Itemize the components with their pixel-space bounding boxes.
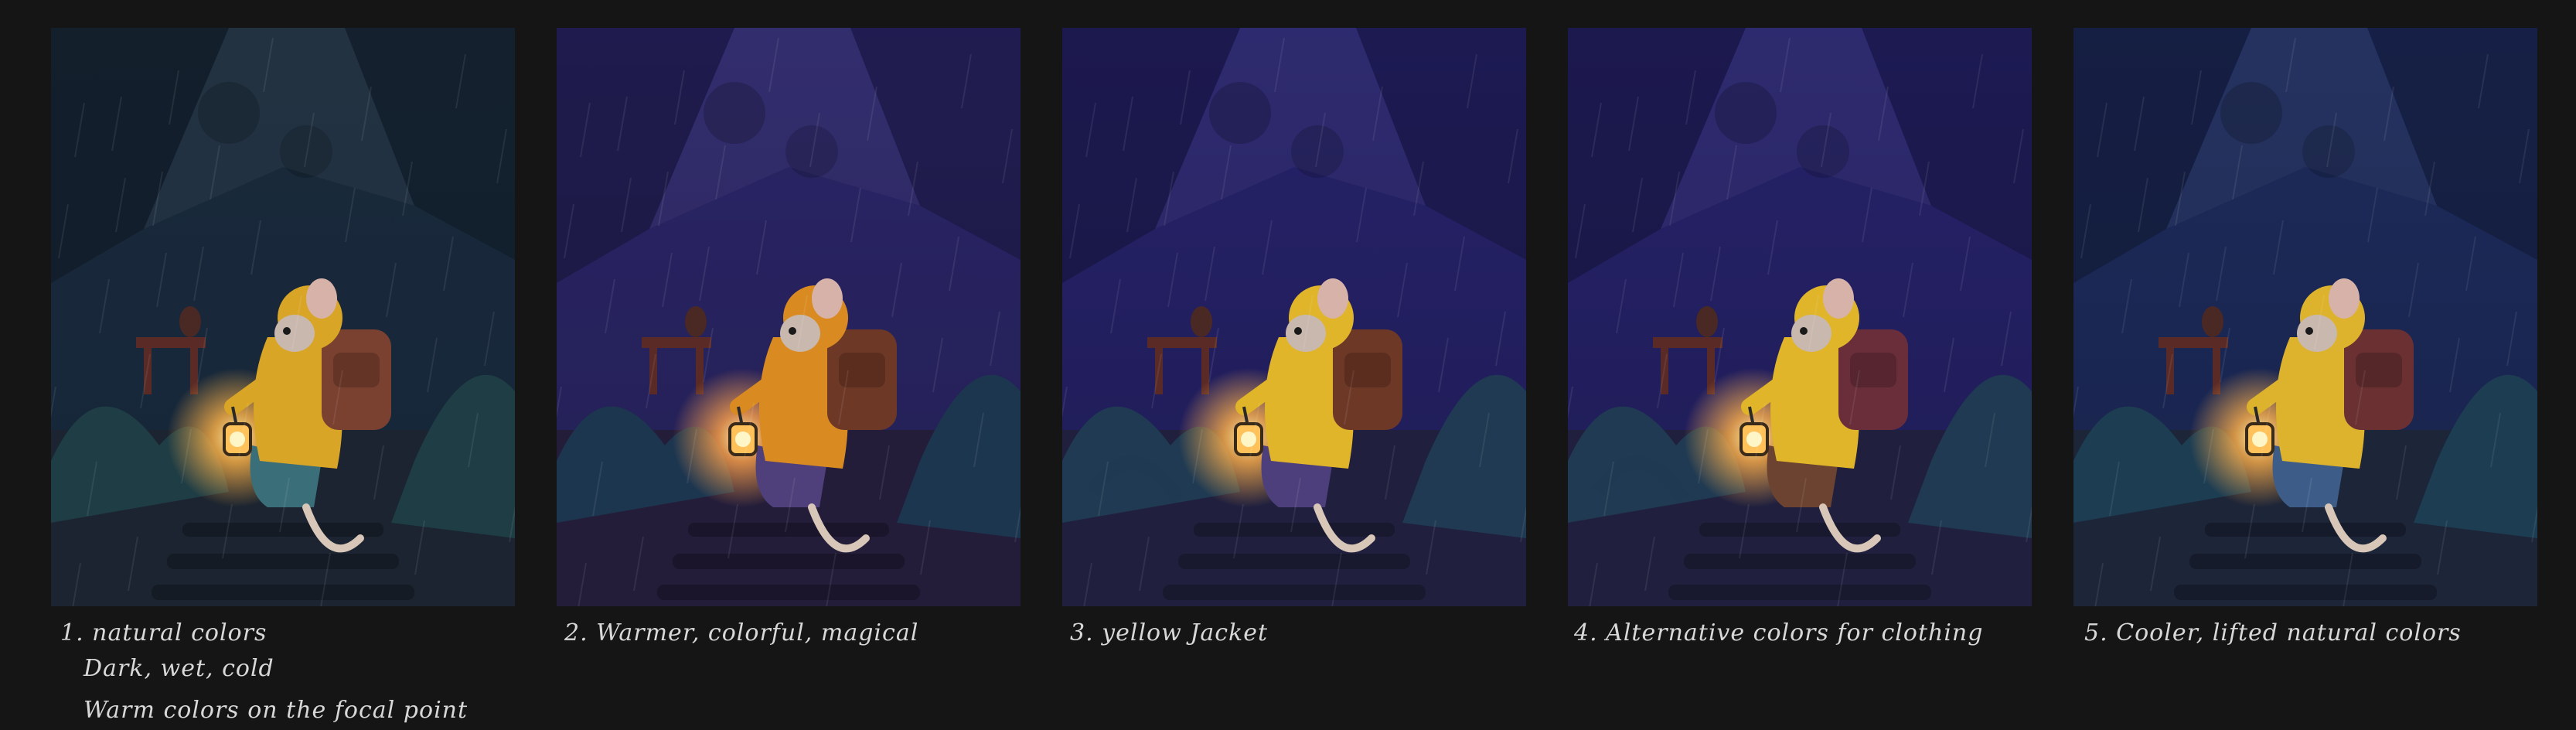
- caption-4-line-1: 4. Alternative colors for clothing: [1574, 619, 1984, 646]
- caption-4: 4. Alternative colors for clothing: [1574, 616, 1983, 651]
- mouse-illustration-4: [1568, 28, 2032, 606]
- artwork-panel-4: [1568, 28, 2032, 606]
- artwork-panel-5: [2073, 28, 2537, 606]
- caption-5-line-1: 5. Cooler, lifted natural colors: [2084, 619, 2462, 646]
- caption-1: 1. natural colors Dark, wet, cold Warm col…: [60, 616, 468, 728]
- mouse-illustration-1: [51, 28, 515, 606]
- artwork-panel-2: [557, 28, 1021, 606]
- artwork-panel-1: [51, 28, 515, 606]
- caption-2-line-1: 2. Warmer, colorful, magical: [564, 619, 919, 646]
- caption-1-line-2: Dark, wet, cold: [83, 655, 274, 682]
- caption-1-line-1: 1. natural colors: [60, 619, 267, 646]
- caption-3-line-1: 3. yellow Jacket: [1070, 619, 1269, 646]
- caption-5: 5. Cooler, lifted natural colors: [2084, 616, 2462, 651]
- mouse-illustration-5: [2073, 28, 2537, 606]
- artwork-panel-3: [1062, 28, 1526, 606]
- caption-2: 2. Warmer, colorful, magical: [564, 616, 918, 651]
- caption-3: 3. yellow Jacket: [1070, 616, 1268, 651]
- mouse-illustration-3: [1062, 28, 1526, 606]
- caption-1-line-3: Warm colors on the focal point: [83, 697, 469, 724]
- mouse-illustration-2: [557, 28, 1021, 606]
